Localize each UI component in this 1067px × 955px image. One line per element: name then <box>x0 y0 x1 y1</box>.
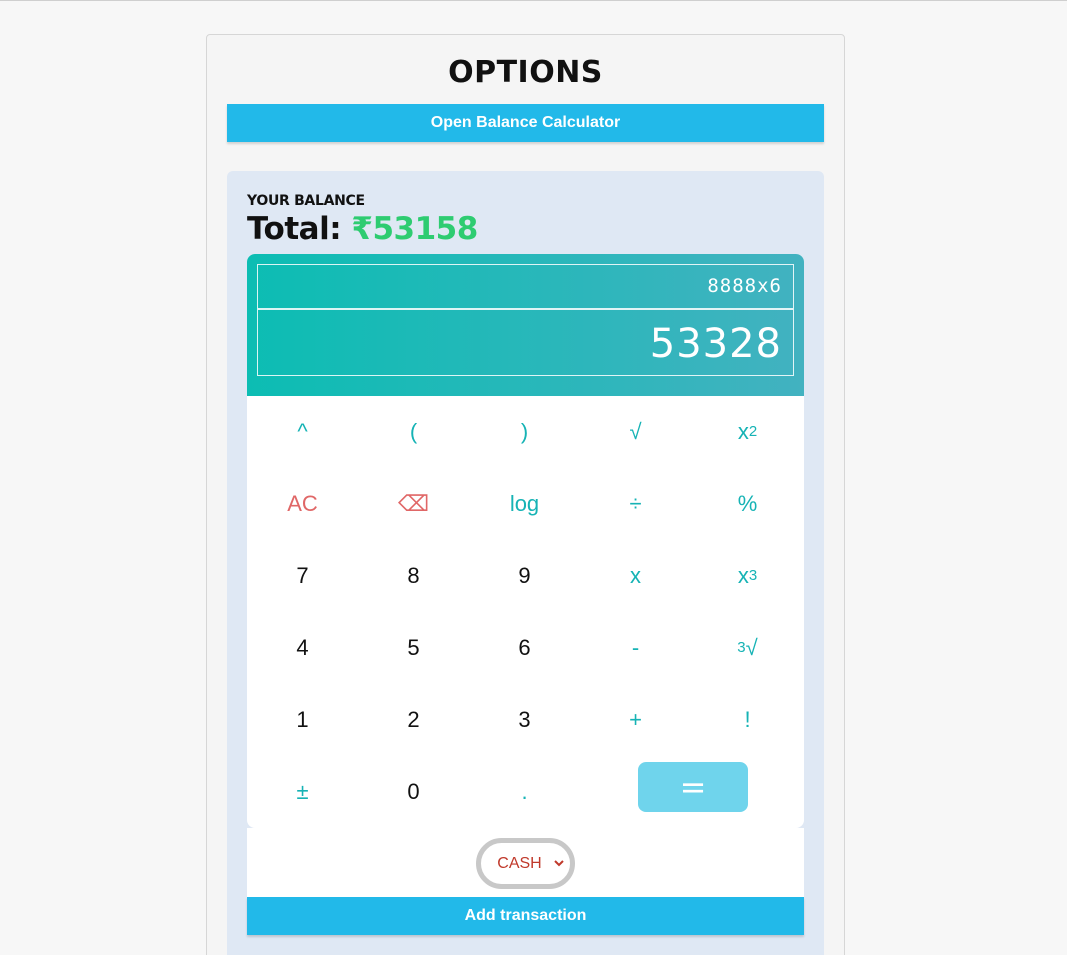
add-transaction-button[interactable]: Add transaction <box>247 897 804 935</box>
backspace-key[interactable]: ⌫ <box>358 468 469 540</box>
digit-9-key[interactable]: 9 <box>469 540 580 612</box>
minus-key[interactable]: - <box>580 612 691 684</box>
cube-root-key[interactable]: 3 √ <box>692 612 803 684</box>
factorial-key[interactable]: ! <box>692 684 803 756</box>
payment-select-wrapper: CASH <box>476 838 575 889</box>
plus-minus-key[interactable]: ± <box>247 756 358 828</box>
total-amount: ₹53158 <box>351 211 478 247</box>
equals-button[interactable]: = <box>638 762 748 812</box>
options-title: OPTIONS <box>448 55 603 90</box>
payment-method-select[interactable]: CASH <box>484 852 567 875</box>
decimal-key[interactable]: . <box>469 756 580 828</box>
digit-8-key[interactable]: 8 <box>358 540 469 612</box>
digit-4-key[interactable]: 4 <box>247 612 358 684</box>
percent-key[interactable]: % <box>692 468 803 540</box>
options-card: OPTIONS Open Balance Calculator YOUR BAL… <box>206 34 845 955</box>
open-balance-calculator-button[interactable]: Open Balance Calculator <box>227 104 824 142</box>
square-key[interactable]: x2 <box>692 396 803 468</box>
power-key[interactable]: ^ <box>247 396 358 468</box>
close-paren-key[interactable]: ) <box>469 396 580 468</box>
all-clear-key[interactable]: AC <box>247 468 358 540</box>
digit-3-key[interactable]: 3 <box>469 684 580 756</box>
log-key[interactable]: log <box>469 468 580 540</box>
cube-key[interactable]: x3 <box>692 540 803 612</box>
result-display: 53328 <box>257 309 794 376</box>
calculator-display: 8888x6 53328 <box>247 254 804 396</box>
open-paren-key[interactable]: ( <box>358 396 469 468</box>
digit-1-key[interactable]: 1 <box>247 684 358 756</box>
square-key-base: x <box>737 419 749 444</box>
cube-key-base: x <box>737 563 749 588</box>
multiply-key[interactable]: x <box>580 540 691 612</box>
digit-0-key[interactable]: 0 <box>358 756 469 828</box>
expression-display: 8888x6 <box>257 264 794 309</box>
balance-panel: YOUR BALANCE Total: ₹53158 8888x6 53328 … <box>227 171 824 955</box>
balance-total: Total: ₹53158 <box>247 211 478 247</box>
digit-6-key[interactable]: 6 <box>469 612 580 684</box>
total-prefix: Total: <box>247 211 342 247</box>
square-root-key[interactable]: √ <box>580 396 691 468</box>
plus-key[interactable]: + <box>580 684 691 756</box>
balance-label: YOUR BALANCE <box>247 193 365 209</box>
digit-2-key[interactable]: 2 <box>358 684 469 756</box>
cube-root-symbol: √ <box>745 635 758 660</box>
calculator: 8888x6 53328 ^ ( ) √ x2 AC ⌫ log ÷ % 7 8… <box>247 254 804 828</box>
divide-key[interactable]: ÷ <box>580 468 691 540</box>
digit-5-key[interactable]: 5 <box>358 612 469 684</box>
digit-7-key[interactable]: 7 <box>247 540 358 612</box>
